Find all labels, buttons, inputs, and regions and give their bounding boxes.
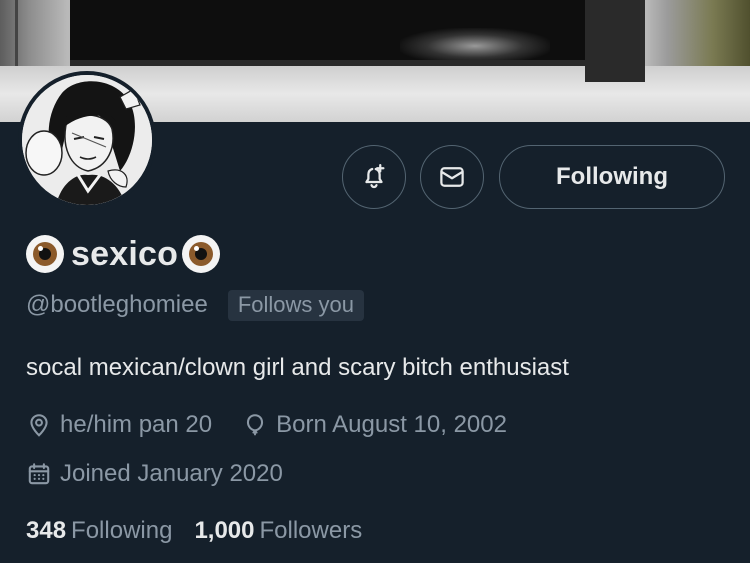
followers-count: 1,000 — [194, 517, 255, 544]
display-name-row: sexico — [26, 232, 223, 276]
location-pin-icon — [30, 414, 48, 437]
banner-glow — [400, 28, 550, 64]
profile-meta-row: he/him pan 20 Born August 10, 2002 — [26, 408, 537, 442]
follow-stats-row: 348 Following 1,000 Followers — [26, 514, 384, 548]
following-stat[interactable]: 348 Following — [26, 517, 172, 545]
eye-emoji-icon — [182, 235, 221, 273]
display-name: sexico — [71, 234, 179, 273]
avatar-illustration — [22, 75, 152, 205]
banner-post — [585, 0, 645, 82]
joined-item: Joined January 2020 — [26, 460, 283, 488]
calendar-icon — [28, 463, 50, 485]
location-item: he/him pan 20 — [26, 411, 212, 439]
birthday-text: Born August 10, 2002 — [276, 411, 507, 438]
eye-emoji-icon — [26, 235, 64, 273]
followers-stat[interactable]: 1,000 Followers — [194, 517, 362, 545]
following-count: 348 — [26, 517, 67, 544]
follows-you-badge: Follows you — [227, 289, 364, 321]
balloon-icon — [247, 414, 264, 436]
joined-text: Joined January 2020 — [60, 460, 283, 487]
user-handle: @bootleghomiee — [26, 291, 208, 318]
avatar[interactable] — [18, 71, 156, 209]
birthday-item: Born August 10, 2002 — [242, 411, 507, 439]
following-label: Following — [71, 517, 173, 544]
joined-row: Joined January 2020 — [26, 457, 313, 491]
bell-plus-icon — [365, 164, 385, 189]
location-text: he/him pan 20 — [60, 411, 213, 438]
notification-bell-button[interactable] — [342, 145, 406, 209]
followers-label: Followers — [259, 517, 363, 544]
message-button[interactable] — [420, 145, 484, 209]
handle-row: @bootleghomiee Follows you — [26, 288, 364, 322]
envelope-icon — [440, 167, 464, 187]
profile-bio: socal mexican/clown girl and scary bitch… — [26, 354, 569, 381]
following-button[interactable]: Following — [499, 145, 725, 209]
